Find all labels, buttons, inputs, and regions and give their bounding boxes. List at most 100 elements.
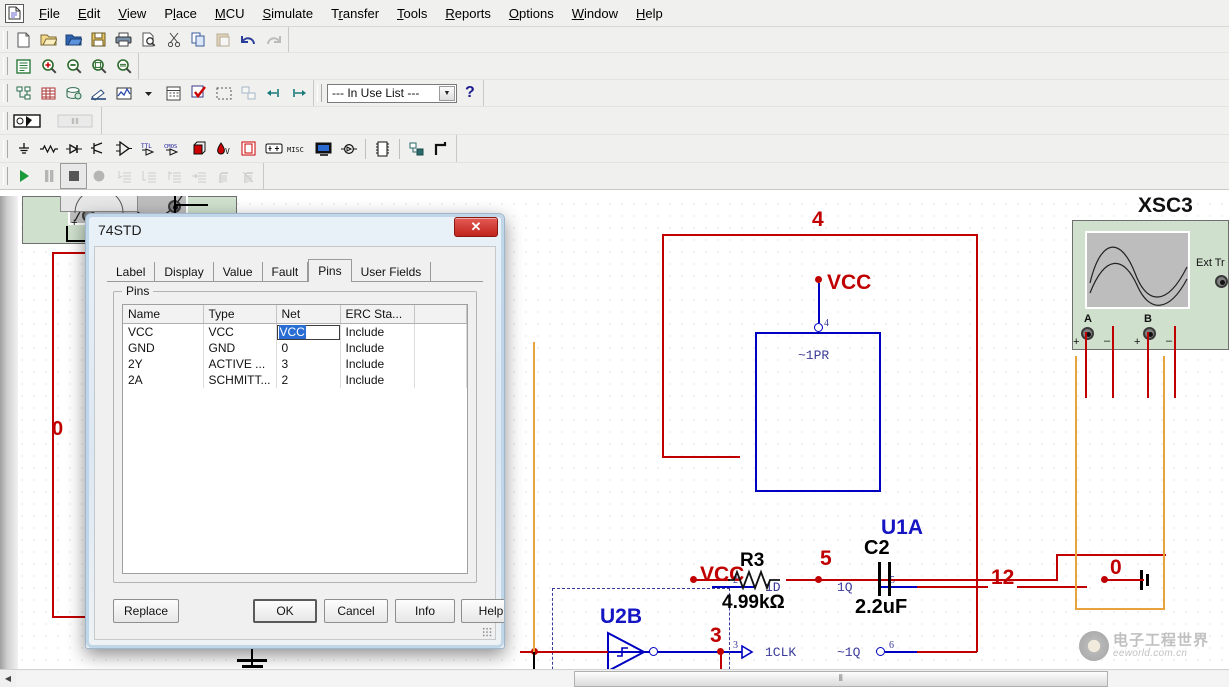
place-source-icon[interactable] xyxy=(11,137,36,161)
horizontal-scrollbar[interactable]: ◀ ⦀ xyxy=(0,669,1229,687)
zoom-out-icon[interactable] xyxy=(61,54,86,78)
table-row[interactable]: VCC VCC VCC Include xyxy=(123,323,467,340)
place-hierarchical-block-icon[interactable] xyxy=(404,137,429,161)
in-use-list-icon[interactable] xyxy=(86,81,111,105)
zoom-fit-icon[interactable] xyxy=(111,54,136,78)
xsc3-terminal-a[interactable] xyxy=(1081,327,1094,340)
run-icon[interactable] xyxy=(11,164,36,188)
scroll-thumb[interactable]: ⦀ xyxy=(573,670,1108,687)
zoom-in-icon[interactable] xyxy=(36,54,61,78)
stop-icon[interactable] xyxy=(60,163,87,189)
cell-pin-net[interactable]: 2 xyxy=(276,372,341,388)
capture-screen-area-icon[interactable] xyxy=(211,81,236,105)
paste-icon[interactable] xyxy=(211,28,236,52)
scroll-track[interactable]: ⦀ xyxy=(16,670,1229,687)
in-use-list-combo[interactable]: --- In Use List --- ▼ xyxy=(327,83,457,103)
step-into-icon[interactable] xyxy=(111,164,136,188)
electrical-rules-check-icon[interactable] xyxy=(186,81,211,105)
net-edit-input[interactable]: VCC xyxy=(276,324,340,340)
database-icon[interactable] xyxy=(61,81,86,105)
chevron-down-icon[interactable]: ▼ xyxy=(439,85,455,101)
new-icon[interactable] xyxy=(11,28,36,52)
tab-fault[interactable]: Fault xyxy=(263,262,309,281)
menu-tools[interactable]: Tools xyxy=(388,3,436,24)
menu-help[interactable]: Help xyxy=(627,3,672,24)
place-misc-digital-icon[interactable] xyxy=(186,137,211,161)
toggle-full-screen-icon[interactable] xyxy=(11,54,36,78)
xsc3-terminal-b[interactable] xyxy=(1143,327,1156,340)
cell-pin-net[interactable]: 0 xyxy=(276,340,341,356)
grapher-icon[interactable] xyxy=(111,81,136,105)
place-misc-icon[interactable]: MISC xyxy=(286,137,311,161)
place-advanced-peripherals-icon[interactable] xyxy=(311,137,336,161)
col-header-blank[interactable] xyxy=(414,305,467,324)
postprocessor-icon[interactable] xyxy=(161,81,186,105)
place-bus-icon[interactable] xyxy=(429,137,454,161)
annotate-right-icon[interactable] xyxy=(286,81,311,105)
place-cmos-icon[interactable]: CMOS xyxy=(161,137,186,161)
toggle-breakpoint-icon[interactable] xyxy=(211,164,236,188)
menu-options[interactable]: Options xyxy=(500,3,563,24)
copy-icon[interactable] xyxy=(186,28,211,52)
place-electromechanical-icon[interactable] xyxy=(370,137,395,161)
cell-pin-net[interactable]: 3 xyxy=(276,356,341,372)
record-icon[interactable] xyxy=(86,164,111,188)
pause-bar-icon[interactable] xyxy=(55,109,99,133)
menu-place[interactable]: Place xyxy=(155,3,206,24)
tab-user-fields[interactable]: User Fields xyxy=(352,262,432,281)
place-transistor-icon[interactable] xyxy=(86,137,111,161)
cut-icon[interactable] xyxy=(161,28,186,52)
replace-button[interactable]: Replace xyxy=(113,599,179,623)
component-properties-dialog[interactable]: 74STD ✕ Label Display Value Fault Pins U… xyxy=(85,213,505,649)
menu-view[interactable]: View xyxy=(109,3,155,24)
place-indicator-icon[interactable] xyxy=(236,137,261,161)
menu-edit[interactable]: Edit xyxy=(69,3,109,24)
ok-button[interactable]: OK xyxy=(253,599,317,623)
measurement-probe-icon[interactable] xyxy=(11,109,55,133)
place-analog-icon[interactable] xyxy=(111,137,136,161)
place-diode-icon[interactable] xyxy=(61,137,86,161)
table-row[interactable]: 2Y ACTIVE ... 3 Include xyxy=(123,356,467,372)
save-icon[interactable] xyxy=(86,28,111,52)
pins-table-wrapper[interactable]: Name Type Net ERC Sta... VCC VCC VCC Inc… xyxy=(122,304,468,574)
xsc3-ext-trig-terminal[interactable] xyxy=(1215,275,1228,288)
step-out-icon[interactable] xyxy=(161,164,186,188)
close-icon[interactable]: ✕ xyxy=(454,217,498,237)
chevron-down-icon[interactable] xyxy=(136,81,161,105)
back-annotate-icon[interactable] xyxy=(236,81,261,105)
spreadsheet-view-icon[interactable] xyxy=(36,81,61,105)
pause-icon[interactable] xyxy=(36,164,61,188)
place-basic-icon[interactable] xyxy=(36,137,61,161)
dialog-title-bar[interactable]: 74STD ✕ xyxy=(86,214,504,246)
col-header-net[interactable]: Net xyxy=(276,305,341,324)
info-button[interactable]: Info xyxy=(395,599,455,623)
menu-mcu[interactable]: MCU xyxy=(206,3,254,24)
tab-pins[interactable]: Pins xyxy=(308,259,352,282)
print-preview-icon[interactable] xyxy=(136,28,161,52)
col-header-type[interactable]: Type xyxy=(203,305,277,324)
place-rf-icon[interactable] xyxy=(336,137,361,161)
annotate-left-icon[interactable] xyxy=(261,81,286,105)
resize-grip[interactable] xyxy=(482,627,492,637)
open-icon[interactable] xyxy=(36,28,61,52)
place-mixed-icon[interactable]: V xyxy=(211,137,236,161)
cell-pin-net[interactable]: VCC xyxy=(276,323,341,340)
application-icon[interactable] xyxy=(5,3,24,23)
undo-icon[interactable] xyxy=(236,28,261,52)
tab-display[interactable]: Display xyxy=(155,262,214,281)
design-toolbox-icon[interactable] xyxy=(11,81,36,105)
menu-simulate[interactable]: Simulate xyxy=(253,3,322,24)
table-row[interactable]: GND GND 0 Include xyxy=(123,340,467,356)
step-over-icon[interactable] xyxy=(136,164,161,188)
help-button[interactable]: ? xyxy=(459,84,481,102)
table-row[interactable]: 2A SCHMITT... 2 Include xyxy=(123,372,467,388)
menu-reports[interactable]: Reports xyxy=(436,3,500,24)
remove-breakpoints-icon[interactable] xyxy=(236,164,261,188)
col-header-erc[interactable]: ERC Sta... xyxy=(340,305,415,324)
zoom-area-icon[interactable] xyxy=(86,54,111,78)
place-power-icon[interactable] xyxy=(261,137,286,161)
col-header-name[interactable]: Name xyxy=(123,305,204,324)
cancel-button[interactable]: Cancel xyxy=(324,599,388,623)
menu-transfer[interactable]: Transfer xyxy=(322,3,388,24)
scroll-left-arrow-icon[interactable]: ◀ xyxy=(0,671,16,687)
